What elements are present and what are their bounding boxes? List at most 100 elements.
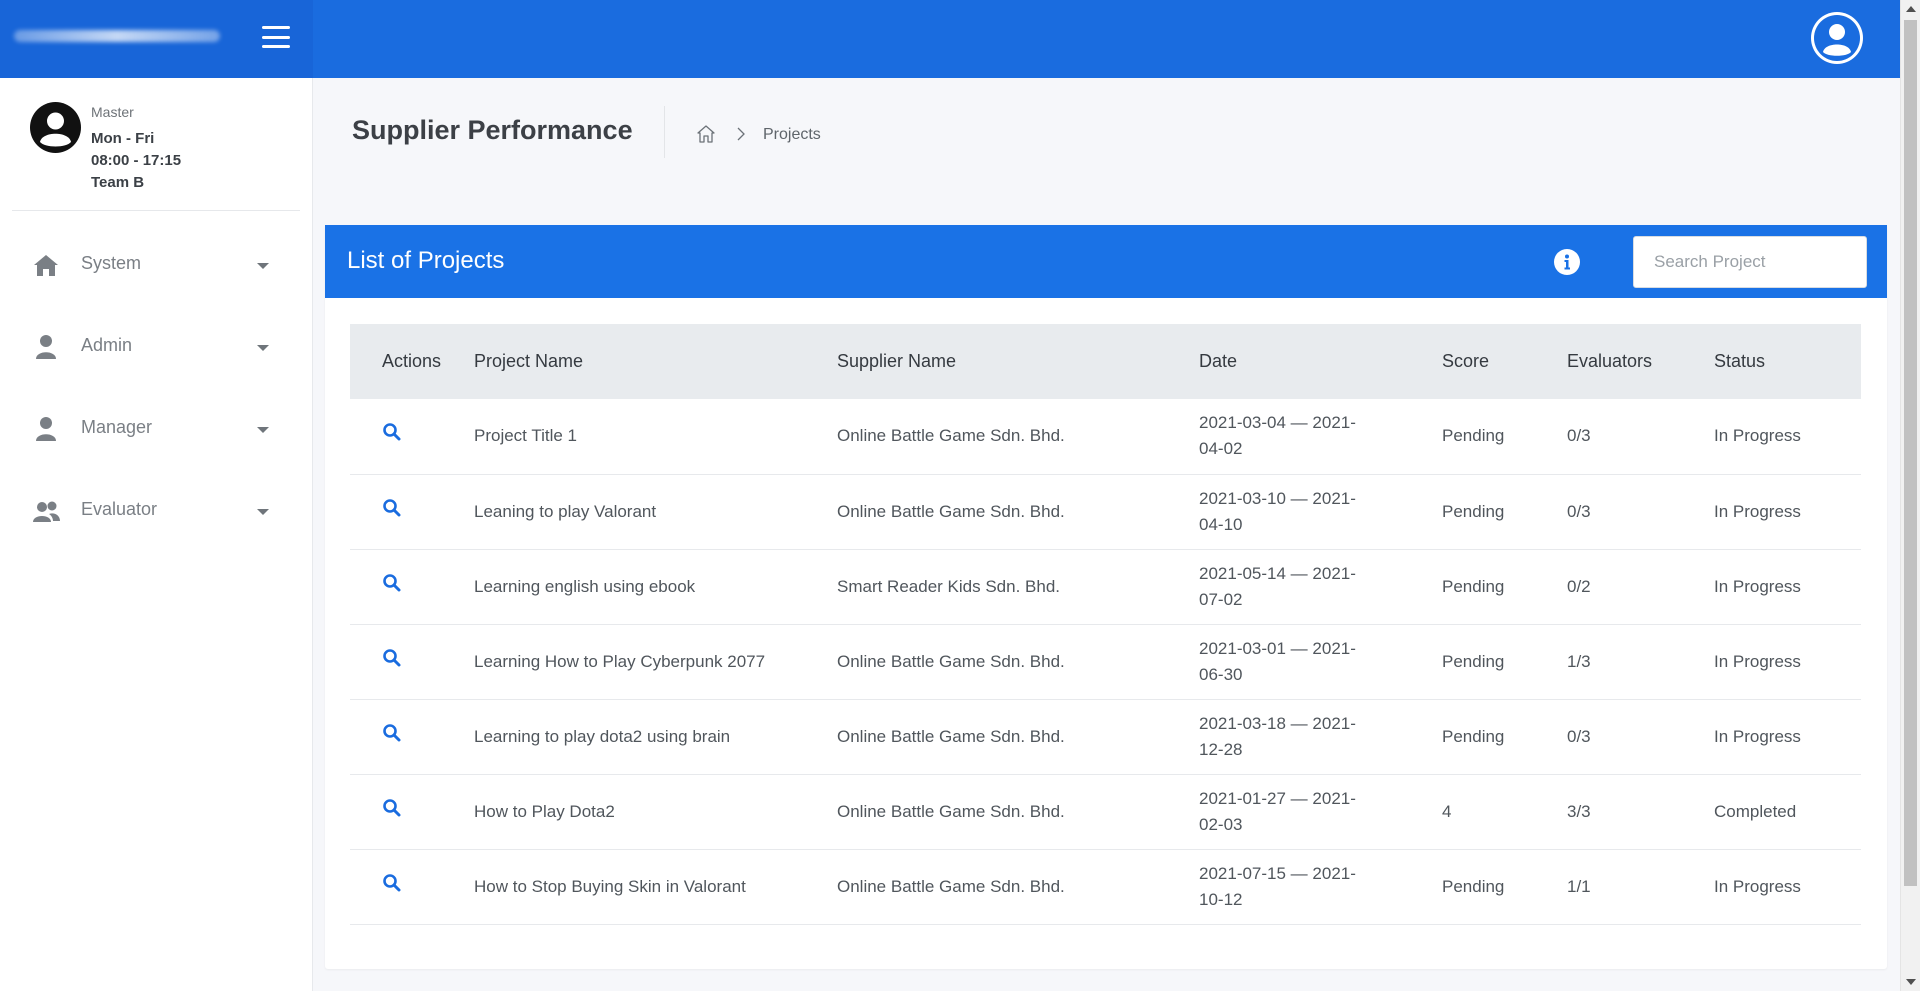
date-range: 2021-03-01 — 2021-06-30: [1199, 638, 1356, 684]
project-name-cell: Leaning to play Valorant: [474, 501, 657, 521]
sidebar-item-admin[interactable]: Admin: [0, 317, 313, 377]
date-range: 2021-03-18 — 2021-12-28: [1199, 713, 1356, 759]
menu-toggle-button[interactable]: [262, 26, 290, 48]
top-navbar: [0, 0, 1900, 78]
column-header-date[interactable]: Date: [1199, 324, 1442, 399]
search-project-input[interactable]: [1633, 236, 1867, 288]
status-text: In Progress: [1714, 651, 1801, 671]
page-title: Supplier Performance: [352, 115, 633, 145]
view-search-icon[interactable]: [382, 648, 402, 668]
evaluators-cell: 0/2: [1567, 576, 1591, 596]
users-icon: [33, 501, 60, 522]
brand-area: [0, 0, 313, 78]
sidebar-item-system[interactable]: System: [0, 235, 313, 295]
score-cell: 4: [1442, 801, 1452, 821]
hamburger-line: [262, 35, 290, 39]
supplier-name-cell: Online Battle Game Sdn. Bhd.: [837, 426, 1065, 446]
status-cell: In Progress: [1714, 474, 1861, 549]
project-name-cell: Project Title 1: [474, 426, 577, 446]
actions-cell: [350, 474, 474, 549]
column-header-evaluators[interactable]: Evaluators: [1567, 324, 1714, 399]
table-row: Learning How to Play Cyberpunk 2077 Onlin…: [350, 624, 1861, 699]
view-search-icon[interactable]: [382, 873, 402, 893]
score-cell: Pending: [1442, 576, 1505, 596]
date-range: 2021-03-10 — 2021-04-10: [1199, 488, 1356, 534]
view-search-icon[interactable]: [382, 573, 402, 593]
user-profile-panel: Master Mon - Fri 08:00 - 17:15 Team B: [0, 78, 313, 212]
evaluators-cell: 3/3: [1567, 801, 1591, 821]
date-range: 2021-01-27 — 2021-02-03: [1199, 788, 1356, 834]
view-search-icon[interactable]: [382, 498, 402, 518]
sidebar-item-label: System: [81, 253, 142, 273]
projects-card: List of Projects Actions Project Name Su…: [325, 225, 1887, 969]
profile-work-hours: 08:00 - 17:15: [91, 152, 182, 169]
table-row: Learning english using ebook Smart Reader…: [350, 549, 1861, 624]
evaluators-cell: 0/3: [1567, 426, 1591, 446]
table-row: Leaning to play Valorant Online Battle Ga…: [350, 474, 1861, 549]
table-row: Project Title 1 Online Battle Game Sdn. B…: [350, 399, 1861, 474]
status-text: In Progress: [1714, 576, 1801, 596]
sidebar-item-label: Manager: [81, 417, 153, 437]
project-name-cell: How to Play Dota2: [474, 801, 615, 821]
status-cell: In Progress: [1714, 549, 1861, 624]
date-cell: 2021-03-10 — 2021-04-10: [1199, 474, 1442, 549]
score-cell: Pending: [1442, 426, 1505, 446]
column-header-score[interactable]: Score: [1442, 324, 1567, 399]
status-text: In Progress: [1714, 501, 1801, 521]
supplier-name-cell: Smart Reader Kids Sdn. Bhd.: [837, 576, 1061, 596]
brand-logo[interactable]: [14, 30, 220, 42]
status-cell: In Progress: [1714, 399, 1861, 474]
project-name-cell: How to Stop Buying Skin in Valorant: [474, 876, 746, 896]
user-menu-avatar-icon[interactable]: [1811, 12, 1863, 64]
divider: [664, 106, 665, 158]
scroll-thumb[interactable]: [1904, 20, 1917, 886]
status-text: Completed: [1714, 801, 1797, 821]
caret-down-icon: [257, 427, 269, 433]
actions-cell: [350, 699, 474, 774]
evaluators-cell: 0/3: [1567, 501, 1591, 521]
supplier-name-cell: Online Battle Game Sdn. Bhd.: [837, 501, 1065, 521]
date-range: 2021-05-14 — 2021-07-02: [1199, 563, 1356, 609]
status-cell: In Progress: [1714, 699, 1861, 774]
sidebar-item-evaluator[interactable]: Evaluator: [0, 481, 313, 541]
status-text: In Progress: [1714, 726, 1801, 746]
profile-role: Master: [91, 104, 134, 120]
info-icon[interactable]: [1554, 249, 1580, 275]
date-cell: 2021-03-04 — 2021-04-02: [1199, 399, 1442, 474]
score-cell: Pending: [1442, 726, 1505, 746]
supplier-name-cell: Online Battle Game Sdn. Bhd.: [837, 876, 1065, 896]
view-search-icon[interactable]: [382, 798, 402, 818]
actions-cell: [350, 399, 474, 474]
table-header-row: Actions Project Name Supplier Name Date …: [350, 324, 1861, 399]
date-cell: 2021-01-27 — 2021-02-03: [1199, 774, 1442, 849]
status-text: In Progress: [1714, 876, 1801, 896]
scroll-up-arrow-icon[interactable]: [1906, 6, 1916, 12]
caret-down-icon: [257, 345, 269, 351]
table-row: How to Stop Buying Skin in Valorant Onlin…: [350, 849, 1861, 924]
breadcrumb-home-icon[interactable]: [696, 124, 716, 144]
date-range: 2021-03-04 — 2021-04-02: [1199, 413, 1356, 459]
actions-cell: [350, 624, 474, 699]
column-header-supplier-name[interactable]: Supplier Name: [837, 324, 1199, 399]
sidebar-item-manager[interactable]: Manager: [0, 399, 313, 459]
profile-work-days: Mon - Fri: [91, 130, 155, 147]
divider: [12, 210, 300, 211]
profile-avatar-icon: [30, 102, 81, 153]
column-header-actions[interactable]: Actions: [350, 324, 474, 399]
caret-down-icon: [257, 509, 269, 515]
column-header-status[interactable]: Status: [1714, 324, 1861, 399]
hamburger-line: [262, 26, 290, 29]
projects-table: Actions Project Name Supplier Name Date …: [350, 324, 1861, 925]
actions-cell: [350, 774, 474, 849]
view-search-icon[interactable]: [382, 422, 402, 442]
score-cell: Pending: [1442, 651, 1505, 671]
project-name-cell: Learning How to Play Cyberpunk 2077: [474, 651, 766, 671]
profile-team: Team B: [91, 174, 145, 191]
scroll-down-arrow-icon[interactable]: [1906, 979, 1916, 985]
page-scrollbar[interactable]: [1900, 0, 1920, 991]
chevron-right-icon: [737, 127, 745, 141]
supplier-name-cell: Online Battle Game Sdn. Bhd.: [837, 651, 1065, 671]
date-cell: 2021-05-14 — 2021-07-02: [1199, 549, 1442, 624]
view-search-icon[interactable]: [382, 723, 402, 743]
column-header-project-name[interactable]: Project Name: [474, 324, 837, 399]
